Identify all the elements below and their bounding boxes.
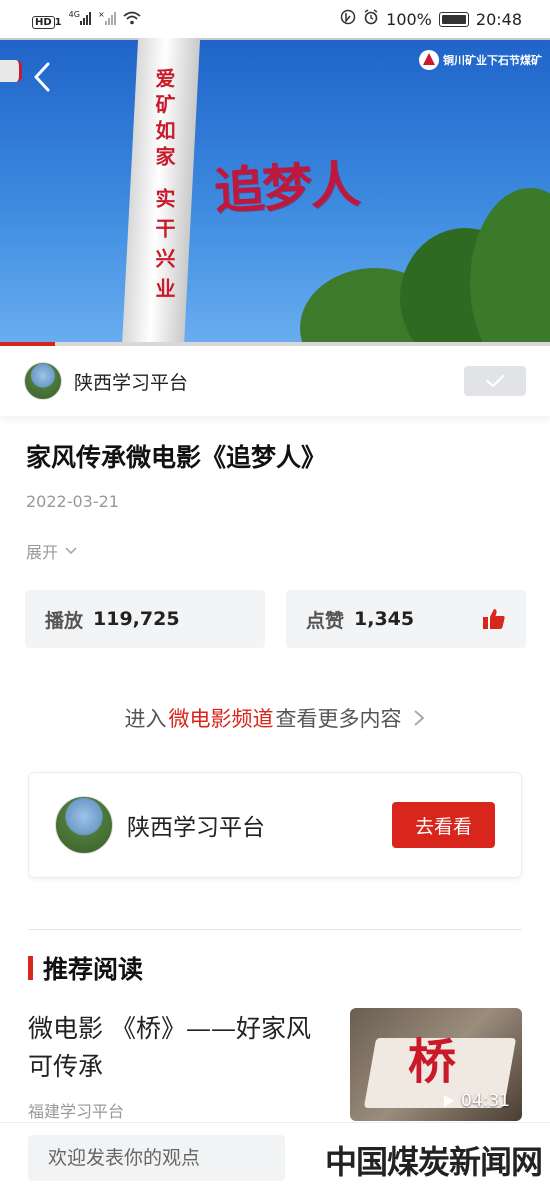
source-card: 陕西学习平台 去看看 [28,772,522,878]
like-button[interactable]: 点赞 1,345 [286,590,526,648]
status-bar-left: HD 1 4G × [32,10,141,29]
tree-foliage [470,188,550,346]
battery-percent: 100% [386,9,432,29]
company-logo: 铜川矿业下石节煤矿 [419,50,542,70]
followed-button[interactable] [464,366,526,396]
divider [28,929,522,930]
signal-icon-1: 4G [69,10,91,29]
float-tab[interactable] [0,60,22,82]
like-count-value: 1,345 [354,608,415,630]
article-title: 家风传承微电影《追梦人》 [26,443,327,472]
chevron-down-icon [65,547,77,555]
wifi-icon [123,10,141,29]
bottom-bar: 中国煤炭新闻网 [0,1122,550,1191]
battery-icon [438,11,469,27]
hd-badge: HD 1 [32,10,62,29]
company-logo-icon [419,50,439,70]
back-button[interactable] [30,60,54,94]
channel-link[interactable]: 进入 微电影频道 查看更多内容 [0,703,550,733]
recommended-item-source: 福建学习平台 [28,1102,125,1121]
thumbs-up-icon [483,609,505,629]
company-logo-text: 铜川矿业下石节煤矿 [443,54,542,67]
play-icon [444,1095,454,1107]
chevron-right-icon [413,710,425,726]
like-count-label: 点赞 [306,609,345,632]
video-duration: 04:31 [443,1091,510,1111]
chevron-left-icon [34,62,50,92]
avatar[interactable] [24,362,62,400]
video-player[interactable]: 爱矿如家 实干兴业 追梦人 铜川矿业下石节煤矿 [0,38,550,346]
nfc-icon [340,9,356,29]
section-title: 推荐阅读 [43,955,144,984]
thumbnail-title-text: 桥 [408,1034,457,1090]
play-count-value: 119,725 [93,608,180,630]
alarm-icon [363,9,379,29]
signal-icon-2: × [98,10,116,29]
clock: 20:48 [475,9,522,29]
go-watch-button[interactable]: 去看看 [392,802,495,848]
comment-input[interactable] [28,1135,285,1181]
play-count: 播放 119,725 [25,590,265,648]
status-bar: HD 1 4G × 100% 20:48 [0,0,550,38]
video-overlay-title: 追梦人 [212,154,360,221]
avatar[interactable] [55,796,113,854]
channel-link-suffix: 查看更多内容 [275,707,402,731]
recommended-item-title[interactable]: 微电影 《桥》——好家风可传承 [28,1010,328,1086]
chimney-slogan: 爱矿如家 [152,68,176,172]
channel-link-name: 微电影频道 [168,707,274,731]
recommended-item-thumbnail[interactable]: 桥 04:31 [350,1008,522,1121]
video-top-border [0,38,550,40]
status-bar-right: 100% 20:48 [340,9,522,29]
source-card-name[interactable]: 陕西学习平台 [127,808,392,842]
expand-label: 展开 [26,543,59,562]
channel-header: 陕西学习平台 [0,346,550,416]
expand-toggle[interactable]: 展开 [26,539,78,563]
check-icon [485,374,505,388]
channel-link-prefix: 进入 [124,707,167,731]
channel-name[interactable]: 陕西学习平台 [74,368,464,395]
chimney-slogan: 实干兴业 [152,188,176,308]
play-count-label: 播放 [45,609,84,632]
watermark: 中国煤炭新闻网 [324,1143,543,1181]
section-accent-bar [28,956,33,980]
video-duration-text: 04:31 [461,1091,510,1111]
section-header: 推荐阅读 [28,950,143,986]
article-date: 2022-03-21 [26,492,119,511]
